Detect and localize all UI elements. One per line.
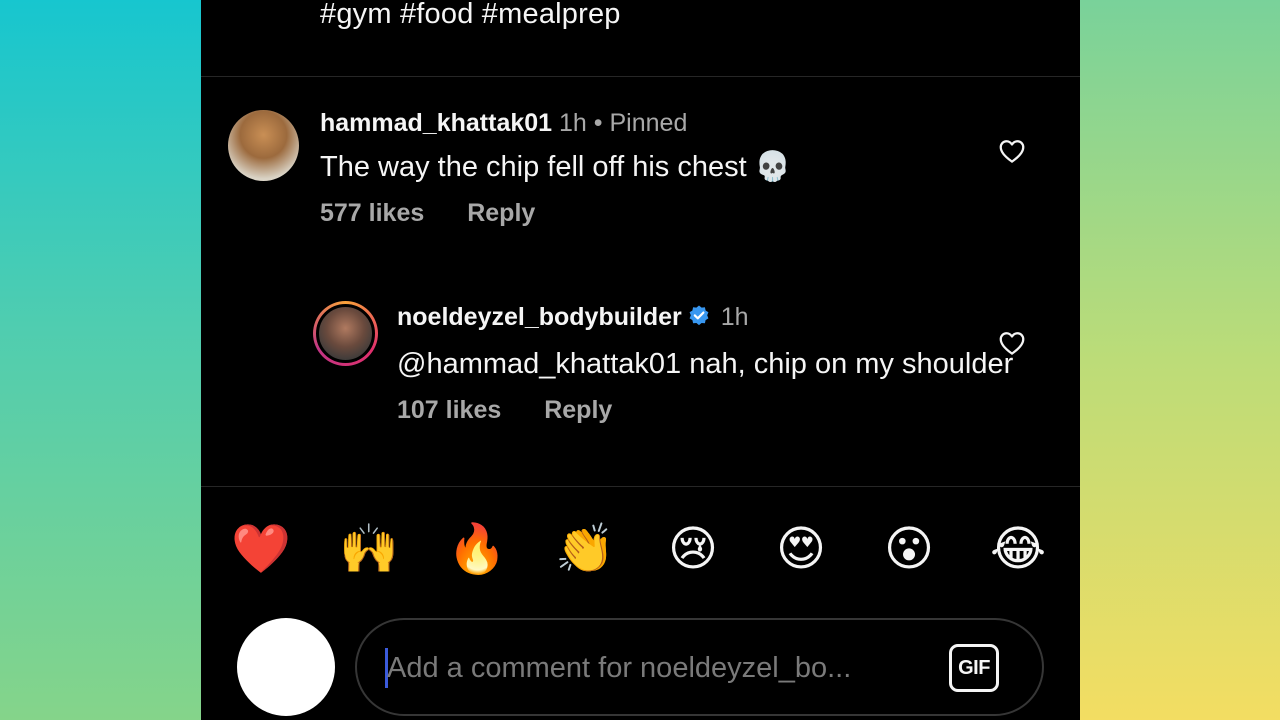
comment-username[interactable]: hammad_khattak01 [320,109,552,137]
heart-eyes-emoji-button[interactable]: 😍 [768,519,834,579]
reply-button[interactable]: Reply [467,199,535,227]
comment-actions: 577 likes Reply [320,199,1000,228]
raising-hands-emoji-button[interactable]: 🙌 [336,519,402,579]
likes-count[interactable]: 577 likes [320,199,424,227]
background-gradient-right [1080,0,1280,720]
comment-composer: GIF [355,618,1044,716]
comment-item: hammad_khattak01 1h • Pinned The way the… [320,107,1000,228]
reply-avatar-story-ring[interactable] [313,301,378,366]
fire-emoji-button[interactable]: 🔥 [444,519,510,579]
comment-meta: hammad_khattak01 1h • Pinned [320,107,1000,139]
comment-meta: noeldeyzel_bodybuilder 1h [397,301,1017,336]
current-user-avatar[interactable] [237,618,335,716]
comment-actions: 107 likes Reply [397,396,1017,425]
divider [201,76,1080,77]
commenter-avatar[interactable] [228,110,299,181]
like-comment-button[interactable] [997,328,1027,358]
background-gradient-left [0,0,201,720]
verified-badge-icon [687,304,711,336]
surprised-face-emoji-button[interactable]: 😮 [876,519,942,579]
tears-of-joy-emoji-button[interactable]: 😂 [985,519,1051,579]
crying-face-emoji-button[interactable]: 😢 [660,519,726,579]
comment-text: @hammad_khattak01 nah, chip on my should… [397,348,1014,380]
heart-outline-icon [999,332,1025,355]
meta-separator: • [593,109,603,137]
like-comment-button[interactable] [997,136,1027,166]
pinned-label: Pinned [609,109,688,137]
post-hashtags[interactable]: #gym #food #mealprep [320,0,621,31]
heart-outline-icon [999,140,1025,163]
quick-reaction-bar: ❤️ 🙌 🔥 👏 😢 😍 😮 😂 [201,515,1080,585]
likes-count[interactable]: 107 likes [397,396,501,424]
comment-time: 1h [720,303,749,331]
red-heart-emoji-button[interactable]: ❤️ [228,519,294,579]
gif-button[interactable]: GIF [949,644,999,692]
divider [201,486,1080,487]
comment-text: The way the chip fell off his chest 💀 [320,151,791,183]
comment-username[interactable]: noeldeyzel_bodybuilder [397,303,682,331]
reply-comment-item: noeldeyzel_bodybuilder 1h @hammad_khatta… [397,301,1017,425]
comments-screen: #gym #food #mealprep hammad_khattak01 1h… [201,0,1080,720]
comment-time: 1h [559,109,587,137]
clapping-hands-emoji-button[interactable]: 👏 [552,519,618,579]
reply-avatar [316,304,375,363]
comment-input[interactable] [387,642,947,694]
reply-button[interactable]: Reply [544,396,612,424]
